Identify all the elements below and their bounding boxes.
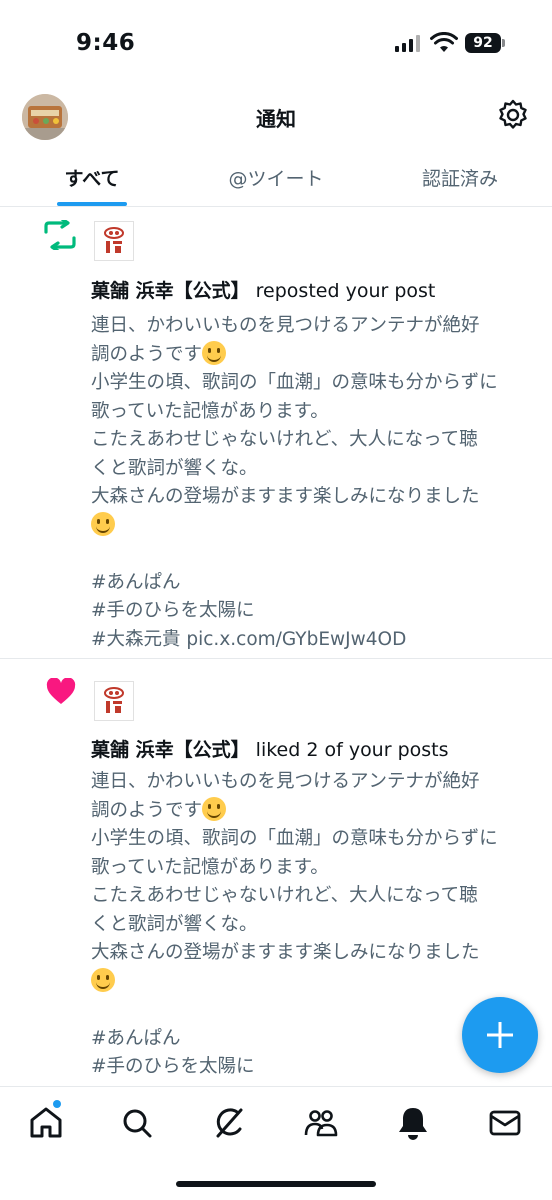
- post-line: 歌っていた記憶があります。: [91, 856, 329, 878]
- grok-icon[interactable]: [209, 1103, 249, 1143]
- app-header: 通知: [0, 90, 552, 148]
- notification-tabs: すべて @ツイート 認証済み: [0, 150, 552, 207]
- account-avatar[interactable]: [94, 681, 134, 721]
- post-line: 連日、かわいいものを見つけるアンテナが絶好: [91, 315, 480, 336]
- post-line: くと歌詞が響くな。: [91, 457, 258, 479]
- search-icon[interactable]: [117, 1103, 157, 1143]
- tab-all[interactable]: すべて: [0, 150, 184, 206]
- gear-icon[interactable]: [496, 98, 530, 132]
- smiling-emoji-icon: [91, 967, 115, 992]
- post-text: 連日、かわいいものを見つけるアンテナが絶好 調のようです 小学生の頃、歌詞の「血…: [91, 312, 531, 654]
- battery-tip: [502, 39, 505, 47]
- account-avatar[interactable]: [94, 221, 134, 261]
- hashtag[interactable]: #手のひらを太陽に: [91, 597, 531, 626]
- post-line: 調のようです: [91, 340, 531, 370]
- post-line: こたえあわせじゃないけれど、大人になって聴: [91, 885, 478, 906]
- home-icon[interactable]: [26, 1103, 66, 1143]
- bottom-nav: [0, 1086, 552, 1200]
- tab-mentions[interactable]: @ツイート: [184, 150, 368, 206]
- repost-icon: [44, 220, 76, 250]
- compose-button[interactable]: [462, 997, 538, 1073]
- notification-action: liked 2 of your posts: [249, 739, 449, 761]
- hashtag-link[interactable]: #大森元貴 pic.x.com/GYbEwJw4OD: [91, 626, 531, 655]
- post-line: くと歌詞が響くな。: [91, 913, 258, 935]
- messages-icon[interactable]: [485, 1103, 525, 1143]
- hashtag[interactable]: #あんぱん: [91, 569, 531, 598]
- post-line: 小学生の頃、歌詞の「血潮」の意味も分からずに: [91, 372, 498, 393]
- hashtag[interactable]: #手のひらを太陽に: [91, 1053, 531, 1082]
- communities-icon[interactable]: [301, 1103, 341, 1143]
- status-bar: 9:46 92: [0, 0, 552, 90]
- tab-verified[interactable]: 認証済み: [368, 150, 552, 206]
- post-line: 大森さんの登場がますます楽しみになりました: [91, 942, 480, 963]
- cellular-signal-icon: [395, 34, 420, 52]
- post-line: [91, 511, 531, 541]
- home-indicator: [176, 1181, 376, 1187]
- smiling-emoji-icon: [91, 511, 115, 536]
- heart-icon: [46, 678, 76, 704]
- notification-item[interactable]: 菓舗 浜幸【公式】 reposted your post 連日、かわいいものを見…: [0, 208, 552, 659]
- account-name[interactable]: 菓舗 浜幸【公式】: [91, 739, 250, 761]
- post-line: [91, 967, 531, 997]
- post-line: 歌っていた記憶があります。: [91, 400, 329, 422]
- smiling-emoji-icon: [202, 340, 227, 365]
- notification-title: 菓舗 浜幸【公式】 liked 2 of your posts: [91, 736, 449, 764]
- post-line: 大森さんの登場がますます楽しみになりました: [91, 486, 480, 507]
- notification-title: 菓舗 浜幸【公式】 reposted your post: [91, 277, 435, 305]
- account-name[interactable]: 菓舗 浜幸【公式】: [91, 280, 250, 302]
- notifications-icon[interactable]: [393, 1103, 433, 1143]
- status-time: 9:46: [76, 30, 136, 56]
- post-line: 小学生の頃、歌詞の「血潮」の意味も分からずに: [91, 828, 498, 849]
- post-line: 調のようです: [91, 796, 531, 826]
- smiling-emoji-icon: [202, 796, 227, 821]
- wifi-icon: [430, 32, 458, 52]
- home-unread-dot: [53, 1100, 61, 1108]
- post-line: [91, 540, 531, 569]
- battery-indicator: 92: [465, 33, 501, 53]
- page-title: 通知: [256, 107, 296, 131]
- post-line: こたえあわせじゃないけれど、大人になって聴: [91, 429, 478, 450]
- post-line: 連日、かわいいものを見つけるアンテナが絶好: [91, 771, 480, 792]
- notification-action: reposted your post: [249, 280, 436, 302]
